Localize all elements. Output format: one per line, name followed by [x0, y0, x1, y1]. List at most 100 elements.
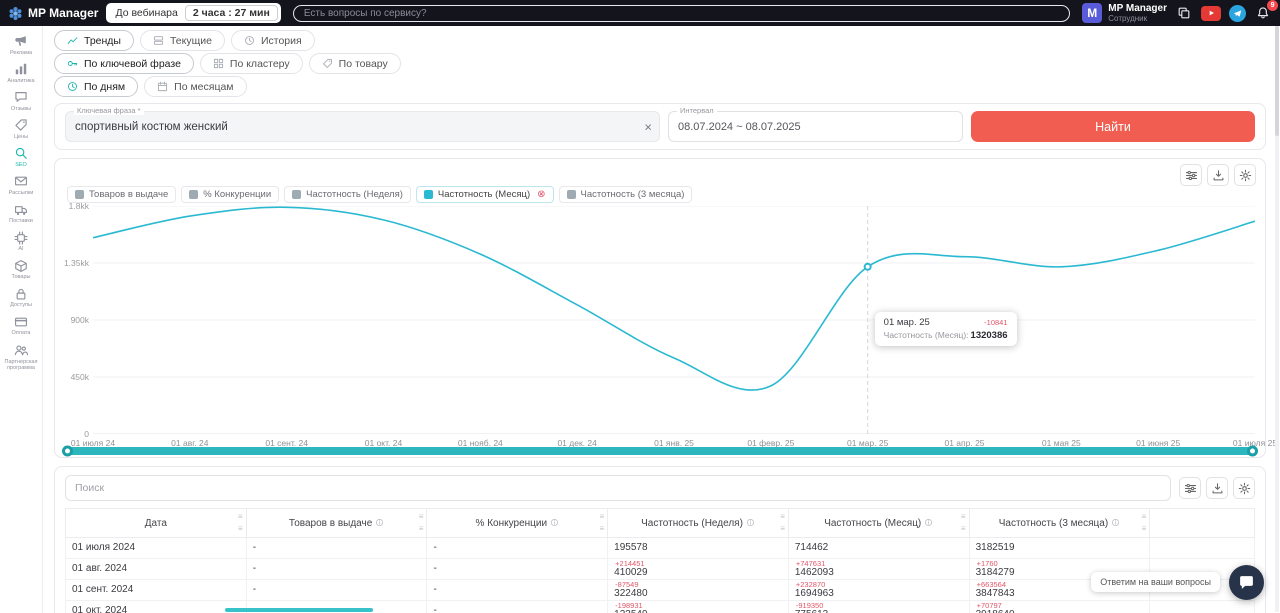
column-header[interactable]: Товаров в выдаче≡≡ [246, 509, 427, 538]
column-menu-icon[interactable]: ≡ [780, 513, 785, 521]
vertical-scrollbar-thumb[interactable] [1275, 26, 1279, 136]
chat-launcher-button[interactable] [1229, 565, 1264, 600]
data-cell: +707973918640 [969, 601, 1150, 613]
tab-by-cluster[interactable]: По кластеру [200, 53, 303, 74]
export-button[interactable] [1206, 477, 1228, 499]
chart-plot[interactable] [93, 206, 1255, 434]
column-filter-icon[interactable]: ≡ [961, 525, 966, 533]
sidebar-item-prices[interactable]: Цены [0, 115, 42, 143]
legend-item[interactable]: Частотность (Неделя) [284, 186, 411, 203]
table-row[interactable]: 01 июля 2024--1955787144623182519 [66, 538, 1255, 559]
webinar-banner[interactable]: До вебинара 2 часа : 27 мин [106, 3, 280, 23]
cell-value: - [253, 585, 421, 595]
brand[interactable]: MP Manager [8, 6, 98, 21]
sidebar-item-seo[interactable]: SEO [0, 143, 42, 171]
table-search-input[interactable] [65, 475, 1171, 501]
column-header[interactable]: % Конкуренции≡≡ [427, 509, 608, 538]
cell-value: - [433, 606, 601, 613]
legend-label: Частотность (3 месяца) [581, 189, 685, 200]
brand-name: MP Manager [28, 6, 98, 20]
clear-keyword-icon[interactable]: × [644, 120, 652, 133]
legend-swatch [189, 190, 198, 199]
tab-by-keyword[interactable]: По ключевой фразе [54, 53, 194, 74]
chart-range-slider[interactable] [64, 447, 1256, 455]
column-menu-icon[interactable]: ≡ [419, 513, 424, 521]
sidebar-item-access[interactable]: Доступы [0, 284, 42, 312]
cell-value: - [433, 543, 601, 553]
sidebar-item-analytics[interactable]: Аналитика [0, 59, 42, 87]
sidebar-item-supplies[interactable]: Поставки [0, 200, 42, 228]
info-icon [746, 518, 755, 527]
display-settings-button[interactable] [1179, 477, 1201, 499]
cell-value: 1462093 [795, 568, 963, 578]
pill-label: Тренды [84, 35, 121, 47]
user-menu[interactable]: M MP Manager Сотрудник [1082, 3, 1167, 23]
sidebar-item-payment[interactable]: Оплата [0, 312, 42, 340]
mode-tabs: По ключевой фразе По кластеру По товару [54, 53, 1266, 74]
column-menu-icon[interactable]: ≡ [1142, 513, 1147, 521]
avatar[interactable]: M [1082, 3, 1102, 23]
notifications-button[interactable]: 9 [1254, 4, 1272, 22]
reviews-icon [14, 90, 28, 104]
slider-handle-left[interactable] [62, 446, 73, 457]
column-header[interactable]: Дата≡≡ [66, 509, 247, 538]
notifications-badge: 9 [1267, 0, 1278, 11]
column-header[interactable]: Частотность (Месяц)≡≡ [788, 509, 969, 538]
column-header[interactable]: Частотность (3 месяца) ≡ ≡ [969, 509, 1150, 538]
chart-tooltip: 01 мар. 25 -10841 Частотность (Месяц):13… [875, 312, 1017, 346]
tab-trends[interactable]: Тренды [54, 30, 134, 51]
service-question-input[interactable] [293, 5, 1070, 22]
sidebar-item-products[interactable]: Товары [0, 256, 42, 284]
table-row[interactable]: 01 авг. 2024--+214451410029+747631146209… [66, 559, 1255, 580]
legend-item[interactable]: Частотность (Месяц)⊗ [416, 186, 554, 203]
sidebar-item-label: Товары [12, 274, 31, 281]
copy-button[interactable] [1175, 4, 1193, 22]
cell-value: 195578 [614, 543, 782, 553]
column-menu-icon[interactable]: ≡ [238, 513, 243, 521]
settings-button[interactable] [1233, 477, 1255, 499]
slider-handle-right[interactable] [1247, 446, 1258, 457]
interval-input[interactable] [668, 111, 963, 142]
copy-icon [1177, 6, 1191, 20]
tab-history[interactable]: История [231, 30, 315, 51]
vertical-scrollbar[interactable] [1275, 26, 1279, 612]
column-header-label: Частотность (3 месяца) [999, 518, 1108, 529]
horizontal-scrollbar-thumb[interactable] [225, 608, 373, 612]
column-menu-icon[interactable]: ≡ [961, 513, 966, 521]
column-filter-icon[interactable]: ≡ [1142, 525, 1147, 533]
column-filter-icon[interactable]: ≡ [238, 525, 243, 533]
settings-button[interactable] [1234, 164, 1256, 186]
keyword-input[interactable] [65, 111, 660, 142]
youtube-button[interactable] [1201, 6, 1221, 21]
sidebar-item-partners[interactable]: Партнерская программа [0, 340, 42, 375]
tag-icon [322, 58, 333, 69]
tab-by-days[interactable]: По дням [54, 76, 138, 97]
telegram-button[interactable] [1229, 5, 1246, 22]
display-settings-button[interactable] [1180, 164, 1202, 186]
search-button[interactable]: Найти [971, 111, 1255, 142]
cell-value: 01 окт. 2024 [72, 606, 240, 613]
tab-current[interactable]: Текущие [140, 30, 225, 51]
legend-item[interactable]: Частотность (3 месяца) [559, 186, 693, 203]
sidebar-item-mailings[interactable]: Рассылки [0, 171, 42, 199]
tab-by-months[interactable]: По месяцам [144, 76, 246, 97]
brand-logo-icon [8, 6, 23, 21]
export-button[interactable] [1207, 164, 1229, 186]
column-menu-icon[interactable]: ≡ [599, 513, 604, 521]
sidebar-item-reviews[interactable]: Отзывы [0, 87, 42, 115]
legend-item[interactable]: Товаров в выдаче [67, 186, 176, 203]
remove-series-icon[interactable]: ⊗ [537, 190, 545, 200]
user-name: MP Manager [1108, 3, 1167, 14]
sidebar-item-label: Доступы [10, 302, 32, 309]
column-filter-icon[interactable]: ≡ [419, 525, 424, 533]
pill-label: По ключевой фразе [84, 58, 181, 70]
column-filter-icon[interactable]: ≡ [599, 525, 604, 533]
column-header[interactable]: Частотность (Неделя)≡≡ [608, 509, 789, 538]
sidebar-item-ads[interactable]: Реклама [0, 31, 42, 59]
sidebar-item-ai[interactable]: AI [0, 228, 42, 256]
table-row[interactable]: 01 сент. 2024---87549322480+232870169496… [66, 580, 1255, 601]
column-filter-icon[interactable]: ≡ [780, 525, 785, 533]
tab-by-product[interactable]: По товару [309, 53, 401, 74]
pill-label: По товару [339, 58, 388, 70]
legend-item[interactable]: % Конкуренции [181, 186, 279, 203]
